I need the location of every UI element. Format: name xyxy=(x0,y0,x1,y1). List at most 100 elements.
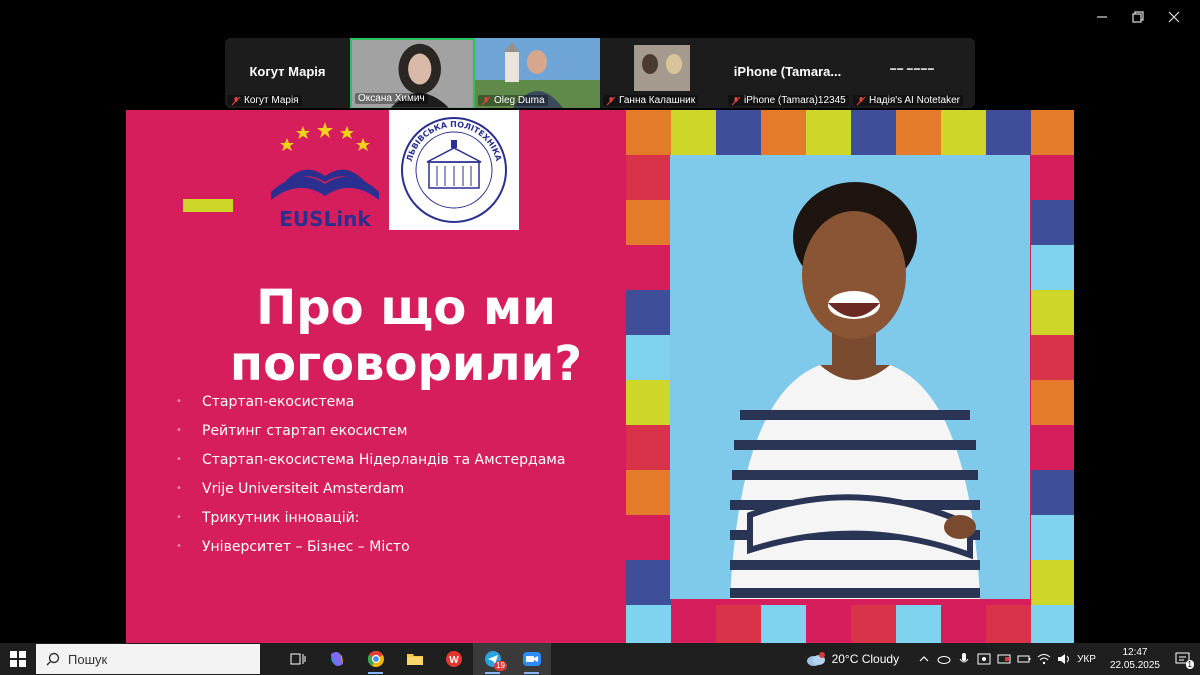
mosaic-tile xyxy=(626,245,671,290)
restore-icon xyxy=(1132,11,1144,23)
chrome-icon xyxy=(367,650,384,667)
minimize-button[interactable] xyxy=(1086,6,1118,28)
task-view-icon xyxy=(290,653,305,665)
task-view-button[interactable] xyxy=(278,643,317,675)
notifications-button[interactable]: 1 xyxy=(1174,652,1194,669)
meet-now-button[interactable] xyxy=(997,652,1011,666)
wps-icon: W xyxy=(445,651,462,667)
clock-time: 12:47 xyxy=(1122,647,1148,658)
mosaic-tile xyxy=(1031,335,1074,380)
university-seal-icon: ЛЬВІВСЬКА ПОЛІТЕХНІКА xyxy=(401,117,507,223)
participant-label-text: iPhone (Tamara)12345 xyxy=(744,95,846,106)
mic-muted-icon xyxy=(856,96,866,105)
chrome-button[interactable] xyxy=(356,643,395,675)
participant-label-text: Ганна Калашник xyxy=(619,95,696,106)
weather-widget[interactable]: 20°C Cloudy xyxy=(806,651,900,667)
participant-tile[interactable]: Oleg Duma xyxy=(475,38,600,108)
notetaker-logo-icon: ▬▬ ▬▬▬▬ xyxy=(890,66,935,72)
svg-text:W: W xyxy=(449,655,459,666)
windows-icon xyxy=(10,651,26,667)
bullet-item: Стартап-екосистема Нідерландів та Амстер… xyxy=(176,448,565,477)
mosaic-tile xyxy=(626,155,671,200)
smiling-woman-photo xyxy=(670,155,1030,599)
lviv-polytechnic-logo: ЛЬВІВСЬКА ПОЛІТЕХНІКА xyxy=(389,110,519,230)
mic-muted-icon xyxy=(231,96,241,105)
participant-label-text: Oleg Duma xyxy=(494,95,545,106)
wifi-icon xyxy=(1037,654,1051,665)
zoom-button[interactable] xyxy=(512,643,551,675)
zoom-icon xyxy=(522,652,541,666)
participant-label-text: Надія's AI Notetaker xyxy=(869,95,960,106)
participant-label: Надія's AI Notetaker xyxy=(853,95,963,106)
participant-name-large: iPhone (Tamara... xyxy=(733,64,842,79)
mosaic-tile xyxy=(626,110,671,155)
wifi-button[interactable] xyxy=(1037,652,1051,666)
mosaic-tile xyxy=(941,605,986,643)
start-button[interactable] xyxy=(0,643,36,675)
mosaic-tile xyxy=(1031,470,1074,515)
slide-title-line: Про що ми xyxy=(256,280,556,336)
mosaic-tile xyxy=(896,605,941,643)
cloud-drive-icon xyxy=(937,656,951,664)
mosaic-tile xyxy=(1031,380,1074,425)
show-hidden-icons-button[interactable] xyxy=(917,652,931,666)
file-explorer-button[interactable] xyxy=(395,643,434,675)
mosaic-tile xyxy=(626,515,671,560)
slide-title: Про що ми поговорили? xyxy=(146,280,666,392)
euslink-logo: EUSLink xyxy=(271,122,379,230)
participant-name-large: Когут Марія xyxy=(249,64,326,79)
restore-button[interactable] xyxy=(1122,6,1154,28)
telegram-button[interactable]: 19 xyxy=(473,643,512,675)
bullet-list: Стартап-екосистема Рейтинг стартап екоси… xyxy=(176,390,565,564)
mosaic-tile xyxy=(986,605,1031,643)
clock[interactable]: 12:47 22.05.2025 xyxy=(1110,646,1160,672)
volume-button[interactable] xyxy=(1057,652,1071,666)
battery-button[interactable] xyxy=(1017,652,1031,666)
participant-label-text: Когут Марія xyxy=(244,95,299,106)
wps-office-button[interactable]: W xyxy=(434,643,473,675)
participant-tile[interactable]: Ганна Калашник xyxy=(600,38,725,108)
system-tray: 20°C Cloudy УКР 12:47 22.05.2025 1 xyxy=(806,643,1200,675)
taskbar-search[interactable]: Пошук xyxy=(36,644,260,674)
notification-count: 1 xyxy=(1185,660,1194,669)
window-controls xyxy=(1086,6,1190,28)
copilot-button[interactable] xyxy=(317,643,356,675)
security-icon xyxy=(977,653,991,665)
participant-tile[interactable]: Когут Марія Когут Марія xyxy=(225,38,350,108)
accent-bar xyxy=(183,199,233,212)
language-indicator[interactable]: УКР xyxy=(1077,654,1096,665)
bullet-item: Трикутник інновацій: xyxy=(176,506,565,535)
mosaic-tile xyxy=(1031,560,1074,605)
bullet-item: Стартап-екосистема xyxy=(176,390,565,419)
participant-tile[interactable]: iPhone (Tamara... iPhone (Tamara)12345 xyxy=(725,38,850,108)
mosaic-tile xyxy=(896,110,941,155)
mosaic-tile xyxy=(626,335,671,380)
shared-slide: EUSLink ЛЬВІВСЬКА ПОЛІТЕХНІКА Про що ми … xyxy=(126,110,1074,643)
mosaic-tile xyxy=(671,110,716,155)
participant-tile-active[interactable]: Оксана Химич xyxy=(350,38,475,108)
mosaic-tile xyxy=(716,110,761,155)
search-icon xyxy=(46,652,60,666)
mic-muted-icon xyxy=(481,96,491,105)
mosaic-tile xyxy=(761,110,806,155)
euslink-logo-text: EUSLink xyxy=(279,207,371,230)
mosaic-tile xyxy=(1031,605,1074,643)
security-button[interactable] xyxy=(977,652,991,666)
mosaic-tile xyxy=(851,605,896,643)
mosaic-tile xyxy=(626,200,671,245)
mosaic-tile xyxy=(806,605,851,643)
cloud-drive-button[interactable] xyxy=(937,652,951,666)
bullet-item: Vrije Universiteit Amsterdam xyxy=(176,477,565,506)
weather-text: 20°C Cloudy xyxy=(831,652,900,666)
participant-label: iPhone (Tamara)12345 xyxy=(728,95,849,106)
slide-title-line: поговорили? xyxy=(229,336,583,392)
mosaic-tile xyxy=(1031,155,1074,200)
chevron-up-icon xyxy=(919,656,929,662)
close-button[interactable] xyxy=(1158,6,1190,28)
participant-tile[interactable]: ▬▬ ▬▬▬▬ Надія's AI Notetaker xyxy=(850,38,975,108)
mosaic-tile xyxy=(671,605,716,643)
microphone-button[interactable] xyxy=(957,652,971,666)
mosaic-tile xyxy=(626,425,671,470)
taskbar: Пошук W 19 20°C Cloudy УКР 12:47 22.05.2… xyxy=(0,643,1200,675)
woman-illustration xyxy=(670,155,1030,599)
